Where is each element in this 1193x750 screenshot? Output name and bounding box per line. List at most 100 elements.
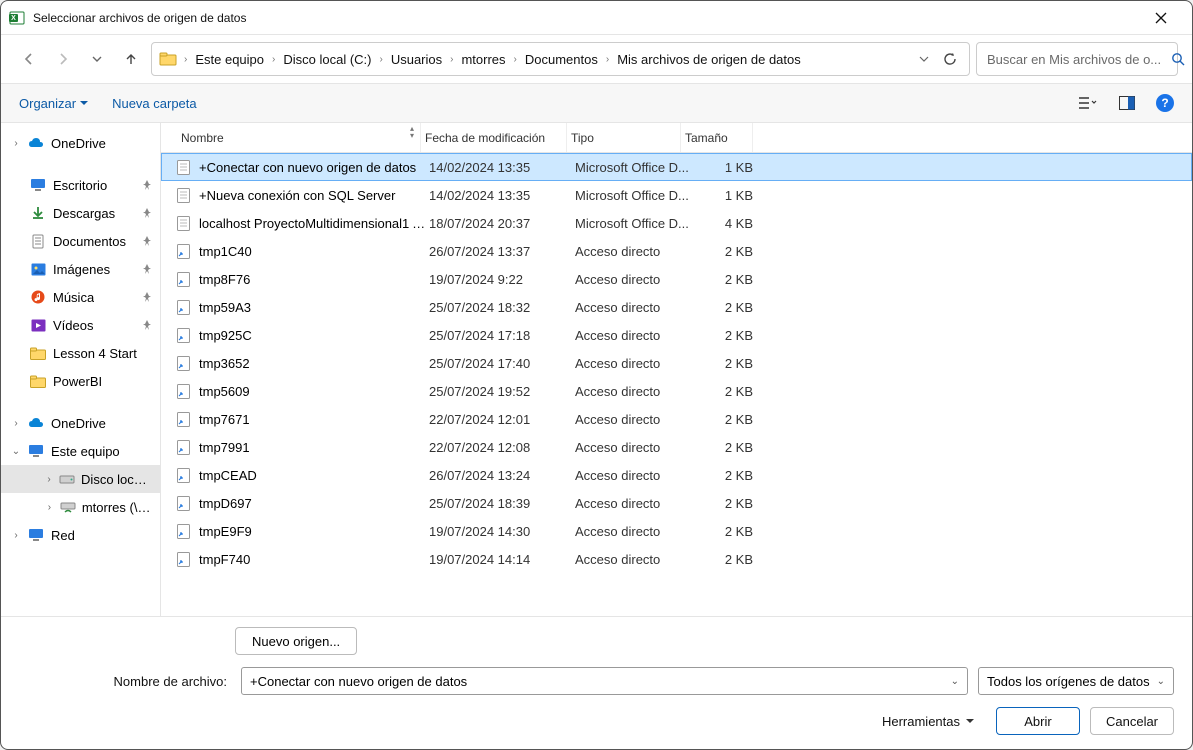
new-source-button[interactable]: Nuevo origen... xyxy=(235,627,357,655)
file-row[interactable]: tmp1C40 26/07/2024 13:37 Acceso directo … xyxy=(161,237,1192,265)
column-headers[interactable]: Nombre ▴▾ Fecha de modificación Tipo Tam… xyxy=(161,123,1192,153)
sidebar-drive-item[interactable]: › mtorres (\\esc xyxy=(1,493,160,521)
sidebar: › OneDrive Escritorio Descargas Document… xyxy=(1,123,161,616)
sidebar-onedrive-2[interactable]: › OneDrive xyxy=(1,409,160,437)
chevron-icon[interactable]: › xyxy=(512,54,519,65)
breadcrumb-bar[interactable]: › Este equipo › Disco local (C:) › Usuar… xyxy=(151,42,970,76)
file-name: localhost ProyectoMultidimensional1 Ad..… xyxy=(199,216,429,231)
filter-label: Todos los orígenes de datos xyxy=(987,674,1150,689)
file-row[interactable]: tmpE9F9 19/07/2024 14:30 Acceso directo … xyxy=(161,517,1192,545)
file-row[interactable]: tmp925C 25/07/2024 17:18 Acceso directo … xyxy=(161,321,1192,349)
chevron-right-icon[interactable]: › xyxy=(45,502,54,513)
pin-icon xyxy=(142,235,152,247)
sidebar-drive-item[interactable]: › Disco local (C:) xyxy=(1,465,160,493)
sidebar-item-label: OneDrive xyxy=(51,416,106,431)
file-size: 2 KB xyxy=(689,384,761,399)
sidebar-quick-item[interactable]: Descargas xyxy=(1,199,160,227)
search-icon[interactable] xyxy=(1171,52,1185,66)
file-row[interactable]: +Nueva conexión con SQL Server 14/02/202… xyxy=(161,181,1192,209)
col-name[interactable]: Nombre ▴▾ xyxy=(173,123,421,152)
file-type: Acceso directo xyxy=(575,272,689,287)
crumb-part[interactable]: Documentos xyxy=(521,52,602,67)
folder-icon xyxy=(158,49,178,69)
filetype-filter[interactable]: Todos los orígenes de datos ⌄ xyxy=(978,667,1174,695)
organize-button[interactable]: Organizar xyxy=(19,96,88,111)
cancel-button[interactable]: Cancelar xyxy=(1090,707,1174,735)
view-mode-button[interactable] xyxy=(1076,92,1098,114)
sidebar-this-pc[interactable]: ⌄ Este equipo xyxy=(1,437,160,465)
file-name: tmp1C40 xyxy=(199,244,429,259)
chevron-down-icon[interactable]: ⌄ xyxy=(951,676,959,687)
help-button[interactable]: ? xyxy=(1156,94,1174,112)
sidebar-quick-item[interactable]: Documentos xyxy=(1,227,160,255)
file-row[interactable]: localhost ProyectoMultidimensional1 Ad..… xyxy=(161,209,1192,237)
sidebar-item-label: Imágenes xyxy=(53,262,110,277)
sidebar-quick-item[interactable]: Imágenes xyxy=(1,255,160,283)
close-button[interactable] xyxy=(1138,3,1184,33)
cloud-icon xyxy=(27,414,45,432)
search-box[interactable] xyxy=(976,42,1178,76)
sidebar-item-label: Documentos xyxy=(53,234,126,249)
file-type: Acceso directo xyxy=(575,468,689,483)
crumb-part[interactable]: Disco local (C:) xyxy=(279,52,375,67)
up-button[interactable] xyxy=(117,45,145,73)
col-type[interactable]: Tipo xyxy=(567,123,681,152)
sidebar-onedrive[interactable]: › OneDrive xyxy=(1,129,160,157)
file-row[interactable]: tmpD697 25/07/2024 18:39 Acceso directo … xyxy=(161,489,1192,517)
chevron-right-icon[interactable]: › xyxy=(45,474,53,485)
chevron-right-icon[interactable]: › xyxy=(11,418,21,429)
crumb-part[interactable]: mtorres xyxy=(457,52,509,67)
col-size[interactable]: Tamaño xyxy=(681,123,753,152)
preview-pane-button[interactable] xyxy=(1116,92,1138,114)
open-button[interactable]: Abrir xyxy=(996,707,1080,735)
chevron-icon[interactable]: › xyxy=(182,54,189,65)
file-row[interactable]: tmp7991 22/07/2024 12:08 Acceso directo … xyxy=(161,433,1192,461)
recent-dropdown[interactable] xyxy=(83,45,111,73)
sidebar-quick-item[interactable]: Música xyxy=(1,283,160,311)
forward-button[interactable] xyxy=(49,45,77,73)
file-type: Microsoft Office D... xyxy=(575,216,689,231)
crumb-part[interactable]: Usuarios xyxy=(387,52,446,67)
titlebar: X Seleccionar archivos de origen de dato… xyxy=(1,1,1192,35)
crumb-root[interactable]: Este equipo xyxy=(191,52,268,67)
file-row[interactable]: tmpF740 19/07/2024 14:14 Acceso directo … xyxy=(161,545,1192,573)
chevron-down-icon[interactable]: ⌄ xyxy=(1157,676,1165,687)
search-input[interactable] xyxy=(985,51,1165,68)
chevron-down-icon[interactable]: ⌄ xyxy=(11,446,21,457)
sidebar-quick-item[interactable]: Lesson 4 Start xyxy=(1,339,160,367)
chevron-icon[interactable]: › xyxy=(604,54,611,65)
file-row[interactable]: tmp3652 25/07/2024 17:40 Acceso directo … xyxy=(161,349,1192,377)
tools-dropdown[interactable]: Herramientas xyxy=(882,714,974,729)
chevron-down-icon[interactable] xyxy=(919,54,929,64)
new-folder-button[interactable]: Nueva carpeta xyxy=(112,96,197,111)
file-row[interactable]: tmp7671 22/07/2024 12:01 Acceso directo … xyxy=(161,405,1192,433)
sidebar-network[interactable]: › Red xyxy=(1,521,160,549)
toolbar: Organizar Nueva carpeta ? xyxy=(1,83,1192,123)
back-button[interactable] xyxy=(15,45,43,73)
sidebar-quick-item[interactable]: Vídeos xyxy=(1,311,160,339)
chevron-right-icon[interactable]: › xyxy=(11,530,21,541)
file-row[interactable]: tmp59A3 25/07/2024 18:32 Acceso directo … xyxy=(161,293,1192,321)
cloud-icon xyxy=(27,134,45,152)
file-type: Acceso directo xyxy=(575,356,689,371)
pin-icon xyxy=(142,207,152,219)
file-date: 22/07/2024 12:01 xyxy=(429,412,575,427)
file-row[interactable]: +Conectar con nuevo origen de datos 14/0… xyxy=(161,153,1192,181)
file-row[interactable]: tmp8F76 19/07/2024 9:22 Acceso directo 2… xyxy=(161,265,1192,293)
chevron-right-icon[interactable]: › xyxy=(11,138,21,149)
sidebar-quick-item[interactable]: PowerBI xyxy=(1,367,160,395)
file-row[interactable]: tmpCEAD 26/07/2024 13:24 Acceso directo … xyxy=(161,461,1192,489)
file-date: 22/07/2024 12:08 xyxy=(429,440,575,455)
col-date[interactable]: Fecha de modificación xyxy=(421,123,567,152)
file-size: 2 KB xyxy=(689,496,761,511)
refresh-icon[interactable] xyxy=(943,52,957,66)
file-row[interactable]: tmp5609 25/07/2024 19:52 Acceso directo … xyxy=(161,377,1192,405)
sidebar-quick-item[interactable]: Escritorio xyxy=(1,171,160,199)
chevron-icon[interactable]: › xyxy=(448,54,455,65)
chevron-icon[interactable]: › xyxy=(270,54,277,65)
chevron-icon[interactable]: › xyxy=(377,54,384,65)
filename-combo[interactable]: +Conectar con nuevo origen de datos ⌄ xyxy=(241,667,968,695)
window-title: Seleccionar archivos de origen de datos xyxy=(33,11,246,25)
crumb-part[interactable]: Mis archivos de origen de datos xyxy=(613,52,805,67)
images-icon xyxy=(29,260,47,278)
